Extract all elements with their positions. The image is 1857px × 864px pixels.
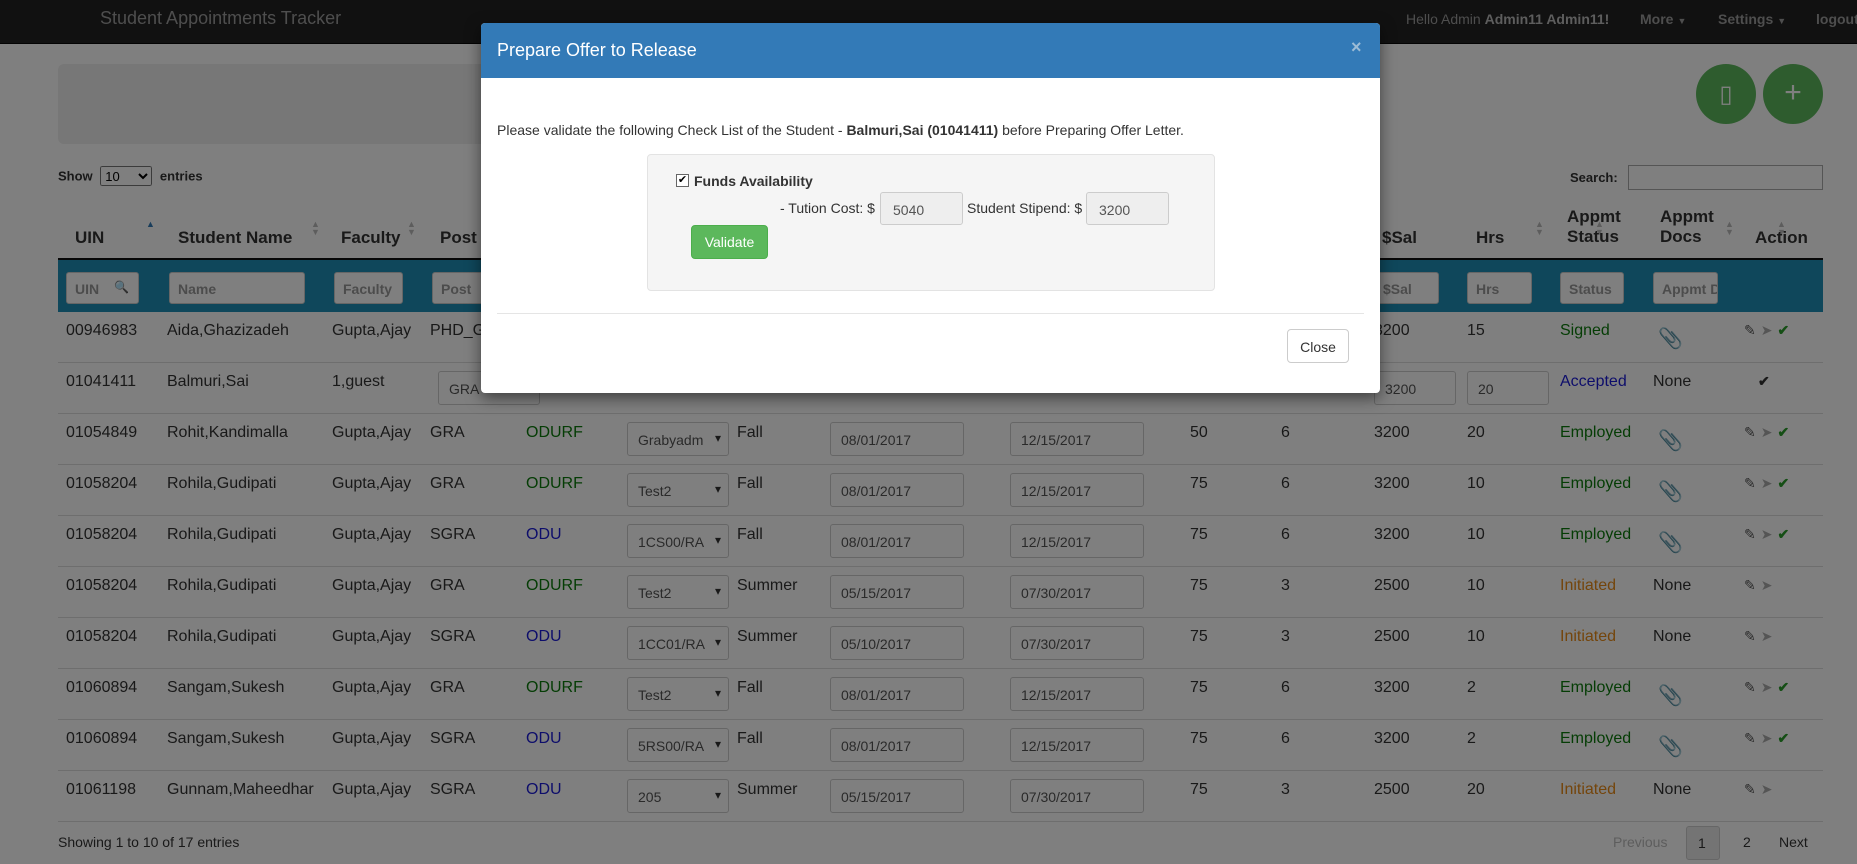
close-icon[interactable]: ×	[1351, 37, 1362, 58]
student-stipend-input[interactable]: 3200	[1086, 192, 1169, 225]
close-button[interactable]: Close	[1287, 329, 1349, 363]
student-stipend-label: Student Stipend: $	[967, 200, 1083, 216]
prepare-offer-modal: Prepare Offer to Release × Please valida…	[481, 23, 1380, 393]
modal-divider	[497, 313, 1364, 314]
tution-cost-label: - Tution Cost: $	[780, 200, 875, 216]
tution-cost-input[interactable]: 5040	[880, 192, 963, 225]
funds-availability-label: Funds Availability	[694, 173, 813, 189]
modal-header: Prepare Offer to Release ×	[481, 23, 1380, 78]
funds-availability-checkbox[interactable]: ✔	[676, 174, 689, 187]
student-identifier: Balmuri,Sai (01041411)	[846, 122, 999, 138]
message-suffix: before Preparing Offer Letter.	[998, 122, 1184, 138]
validate-button[interactable]: Validate	[691, 225, 768, 259]
modal-title: Prepare Offer to Release	[497, 40, 697, 60]
checklist-panel: ✔ Funds Availability - Tution Cost: $ 50…	[647, 154, 1215, 291]
message-prefix: Please validate the following Check List…	[497, 122, 847, 138]
checklist-message: Please validate the following Check List…	[497, 122, 1184, 138]
